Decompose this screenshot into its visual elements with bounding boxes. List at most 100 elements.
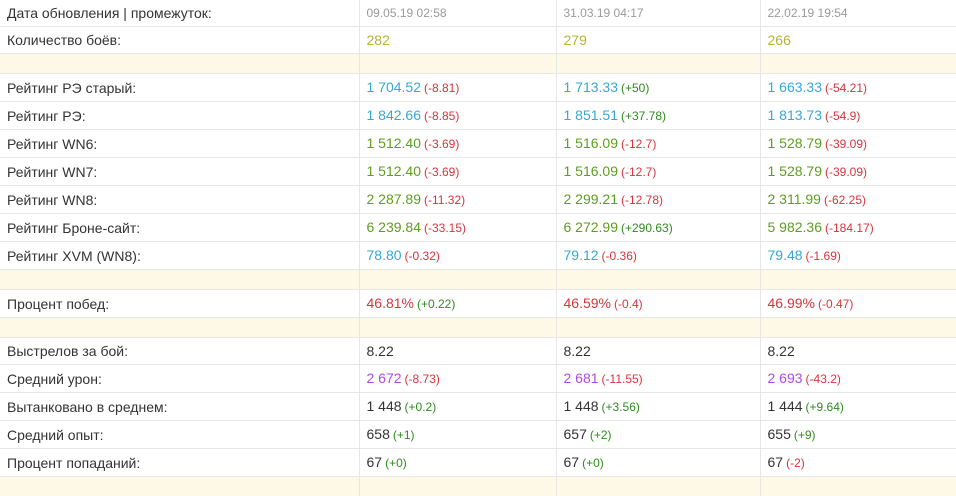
stat-cell: 67(-2) [760, 449, 956, 477]
stat-delta: (-8.81) [424, 81, 459, 95]
row-label: Количество боёв: [0, 27, 359, 54]
stat-delta: (+1) [393, 428, 415, 442]
row-label: Средний опыт: [0, 421, 359, 449]
stat-value: 1 813.73 [768, 107, 823, 123]
stat-value: 8.22 [367, 343, 394, 359]
section-spacer [0, 477, 956, 496]
section-spacer [0, 54, 956, 74]
table-row: Рейтинг WN8:2 287.89(-11.32)2 299.21(-12… [0, 186, 956, 214]
stat-cell: 2 681(-11.55) [556, 365, 760, 393]
spacer-cell [556, 270, 760, 290]
spacer-cell [760, 270, 956, 290]
stat-value: 1 528.79 [768, 163, 823, 179]
stat-value: 1 851.51 [564, 107, 619, 123]
stat-value: 78.80 [367, 247, 402, 263]
stat-cell: 658(+1) [359, 421, 556, 449]
stat-value: 1 448 [367, 398, 402, 414]
stat-value: 46.81% [367, 295, 414, 311]
table-row: Выстрелов за бой:8.228.228.22 [0, 338, 956, 365]
stat-cell: 266 [760, 27, 956, 54]
stat-delta: (+9) [794, 428, 816, 442]
stat-cell: 78.80(-0.32) [359, 242, 556, 270]
spacer-cell [556, 318, 760, 338]
stat-cell: 1 813.73(-54.9) [760, 102, 956, 130]
stat-delta: (-8.73) [405, 372, 440, 386]
stats-table: Дата обновления | промежуток:09.05.19 02… [0, 0, 956, 496]
stat-cell: 2 311.99(-62.25) [760, 186, 956, 214]
stat-cell: 1 713.33(+50) [556, 74, 760, 102]
stat-value: 2 693 [768, 370, 803, 386]
row-label: Рейтинг WN7: [0, 158, 359, 186]
stat-cell: 1 528.79(-39.09) [760, 158, 956, 186]
stat-delta: (+2) [590, 428, 612, 442]
stat-value: 2 681 [564, 370, 599, 386]
stat-value: 8.22 [768, 343, 795, 359]
spacer-cell [556, 54, 760, 74]
stat-delta: (+0.22) [417, 297, 455, 311]
stat-delta: (+50) [621, 81, 649, 95]
stat-value: 1 444 [768, 398, 803, 414]
stat-cell: 8.22 [760, 338, 956, 365]
stat-value: 2 672 [367, 370, 402, 386]
stat-delta: (-54.9) [825, 109, 860, 123]
stat-value: 279 [564, 32, 587, 48]
stat-delta: (+9.64) [806, 400, 844, 414]
stat-value: 655 [768, 426, 791, 442]
stat-cell: 1 851.51(+37.78) [556, 102, 760, 130]
row-label: Рейтинг WN6: [0, 130, 359, 158]
stat-value: 658 [367, 426, 390, 442]
row-label: Рейтинг РЭ: [0, 102, 359, 130]
stat-value: 657 [564, 426, 587, 442]
stat-cell: 1 663.33(-54.21) [760, 74, 956, 102]
stat-delta: (+0) [582, 456, 604, 470]
section-spacer [0, 318, 956, 338]
stat-delta: (-12.7) [621, 137, 656, 151]
stat-value: 266 [768, 32, 791, 48]
spacer-cell [359, 270, 556, 290]
stat-cell: 79.48(-1.69) [760, 242, 956, 270]
spacer-cell [0, 477, 359, 496]
stat-value: 1 448 [564, 398, 599, 414]
row-label: Вытанковано в среднем: [0, 393, 359, 421]
row-label: Процент попаданий: [0, 449, 359, 477]
stat-cell: 1 528.79(-39.09) [760, 130, 956, 158]
table-row: Процент попаданий:67(+0)67(+0)67(-2) [0, 449, 956, 477]
stat-cell: 1 704.52(-8.81) [359, 74, 556, 102]
stat-delta: (-3.69) [424, 165, 459, 179]
stat-delta: (+37.78) [621, 109, 666, 123]
stat-value: 46.99% [768, 295, 815, 311]
stat-cell: 655(+9) [760, 421, 956, 449]
stat-delta: (-39.09) [825, 165, 867, 179]
section-spacer [0, 270, 956, 290]
stat-cell: 67(+0) [556, 449, 760, 477]
stat-value: 46.59% [564, 295, 611, 311]
stat-cell: 46.81%(+0.22) [359, 290, 556, 318]
stat-cell: 279 [556, 27, 760, 54]
stat-cell: 1 842.66(-8.85) [359, 102, 556, 130]
stat-cell: 282 [359, 27, 556, 54]
row-label: Рейтинг XVM (WN8): [0, 242, 359, 270]
stat-delta: (-43.2) [806, 372, 841, 386]
stat-cell: 1 444(+9.64) [760, 393, 956, 421]
spacer-cell [359, 54, 556, 74]
stat-cell: 2 299.21(-12.78) [556, 186, 760, 214]
spacer-cell [359, 318, 556, 338]
stat-value: 67 [367, 454, 383, 470]
stat-value: 1 512.40 [367, 135, 422, 151]
stat-delta: (-33.15) [424, 221, 466, 235]
stat-delta: (-11.32) [424, 193, 465, 207]
stat-cell: 1 448(+3.56) [556, 393, 760, 421]
stat-value: 79.48 [768, 247, 803, 263]
stat-cell: 2 693(-43.2) [760, 365, 956, 393]
stat-value: 1 713.33 [564, 79, 619, 95]
table-row: Рейтинг Броне-сайт:6 239.84(-33.15)6 272… [0, 214, 956, 242]
stat-value: 2 299.21 [564, 191, 619, 207]
stat-cell: 2 287.89(-11.32) [359, 186, 556, 214]
update-date: 31.03.19 04:17 [556, 0, 760, 27]
stat-delta: (+0.2) [405, 400, 437, 414]
stat-value: 67 [564, 454, 580, 470]
stat-cell: 79.12(-0.36) [556, 242, 760, 270]
spacer-cell [760, 54, 956, 74]
stats-table-body: Дата обновления | промежуток:09.05.19 02… [0, 0, 956, 496]
stat-cell: 5 982.36(-184.17) [760, 214, 956, 242]
